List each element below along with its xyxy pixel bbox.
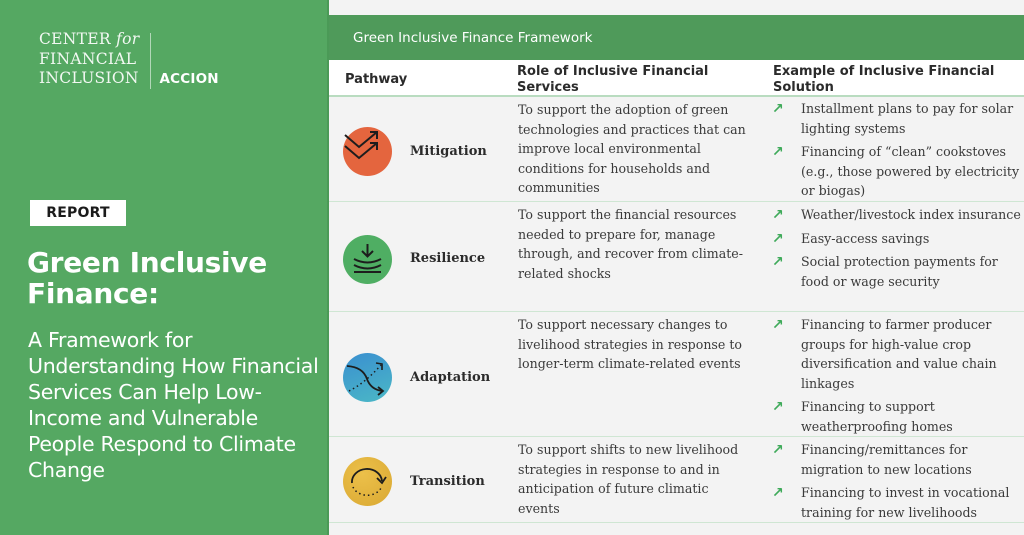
example-text: Weather/livestock index insurance	[801, 207, 1021, 222]
role-text: To support the financial resources neede…	[518, 207, 743, 281]
role-text: To support shifts to new livelihood stra…	[518, 442, 739, 516]
examples-list: ↗ Installment plans to pay for solar ligh…	[772, 99, 1022, 205]
list-item: ↗ Installment plans to pay for solar ligh…	[772, 99, 1022, 138]
example-text: Social protection payments for food or w…	[801, 254, 998, 289]
list-item: ↗ Easy-access savings	[772, 229, 1022, 249]
list-item: ↗ Financing to support weatherproofing ho…	[772, 397, 1022, 436]
report-cover-panel: CENTER for FINANCIAL INCLUSION ACCION RE…	[0, 0, 329, 535]
arrow-up-right-icon: ↗	[772, 442, 784, 458]
arrow-up-right-icon: ↗	[772, 144, 784, 160]
cfi-wordmark: CENTER for FINANCIAL INCLUSION	[39, 30, 140, 89]
logo-divider	[149, 32, 151, 89]
example-text: Installment plans to pay for solar light…	[801, 101, 1014, 136]
arrow-up-right-icon: ↗	[772, 207, 784, 223]
table-row-mitigation: Mitigation To support the adoption of gr…	[329, 98, 1024, 202]
arrow-up-right-icon: ↗	[772, 485, 784, 501]
report-title: Green Inclusive Finance:	[27, 246, 267, 310]
column-header-pathway: Pathway	[345, 72, 408, 87]
logo-inclusion: INCLUSION	[39, 69, 139, 87]
example-text: Financing to invest in vocational traini…	[801, 485, 1010, 520]
report-badge: REPORT	[30, 200, 126, 226]
report-subtitle: A Framework for Understanding How Financ…	[28, 328, 319, 482]
list-item: ↗ Financing/remittances for migration to …	[772, 440, 1022, 479]
arrow-up-right-icon: ↗	[772, 399, 784, 415]
role-text: To support the adoption of green technol…	[518, 102, 746, 195]
pathway-label: Transition	[410, 474, 485, 489]
example-text: Financing to farmer producer groups for …	[801, 317, 997, 391]
logo-financial: FINANCIAL	[39, 49, 137, 68]
center-for-financial-inclusion-logo: CENTER for FINANCIAL INCLUSION ACCION	[39, 30, 219, 89]
arrow-up-right-icon: ↗	[772, 101, 784, 117]
example-text: Easy-access savings	[801, 230, 930, 246]
arrow-up-right-icon: ↗	[772, 317, 784, 333]
examples-list: ↗ Financing to farmer producer groups for…	[772, 315, 1022, 440]
arrow-up-right-icon: ↗	[772, 254, 784, 270]
list-item: ↗ Financing to farmer producer groups for…	[772, 315, 1022, 393]
logo-for: for	[116, 30, 140, 48]
crossing-arrows-icon	[343, 353, 392, 402]
list-item: ↗ Weather/livestock index insurance	[772, 205, 1022, 225]
table-row-adaptation: Adaptation To support necessary changes …	[329, 313, 1024, 437]
framework-title: Green Inclusive Finance Framework	[329, 15, 1024, 60]
list-item: ↗ Financing of “clean” cookstoves (e.g., …	[772, 142, 1022, 201]
wave-down-arrow-icon	[343, 235, 392, 284]
table-header-row: Pathway Role of Inclusive Financial Serv…	[329, 60, 1024, 97]
column-header-role: Role of Inclusive Financial Services	[517, 64, 709, 95]
role-text: To support necessary changes to liveliho…	[518, 317, 742, 371]
arrow-up-right-icon: ↗	[772, 230, 784, 247]
examples-list: ↗ Weather/livestock index insurance ↗ Easy…	[772, 205, 1022, 295]
example-text: Financing/remittances for migration to n…	[801, 442, 972, 477]
framework-table: Green Inclusive Finance Framework Pathwa…	[329, 0, 1024, 535]
pathway-label: Adaptation	[410, 370, 491, 385]
list-item: ↗ Social protection payments for food or …	[772, 252, 1022, 291]
cycle-arrow-icon	[343, 457, 392, 506]
example-text: Financing of “clean” cookstoves (e.g., t…	[801, 144, 1020, 198]
table-row-transition: Transition To support shifts to new live…	[329, 438, 1024, 523]
pathway-label: Resilience	[410, 251, 486, 266]
list-item: ↗ Financing to invest in vocational train…	[772, 483, 1022, 522]
column-header-example: Example of Inclusive Financial Solution	[773, 64, 995, 95]
chevrons-up-right-icon	[343, 127, 392, 176]
pathway-label: Mitigation	[410, 144, 487, 159]
table-row-resilience: Resilience To support the financial reso…	[329, 203, 1024, 312]
logo-center: CENTER	[39, 30, 111, 48]
examples-list: ↗ Financing/remittances for migration to …	[772, 440, 1022, 526]
accion-logo: ACCION	[159, 70, 219, 87]
example-text: Financing to support weatherproofing hom…	[801, 399, 953, 434]
